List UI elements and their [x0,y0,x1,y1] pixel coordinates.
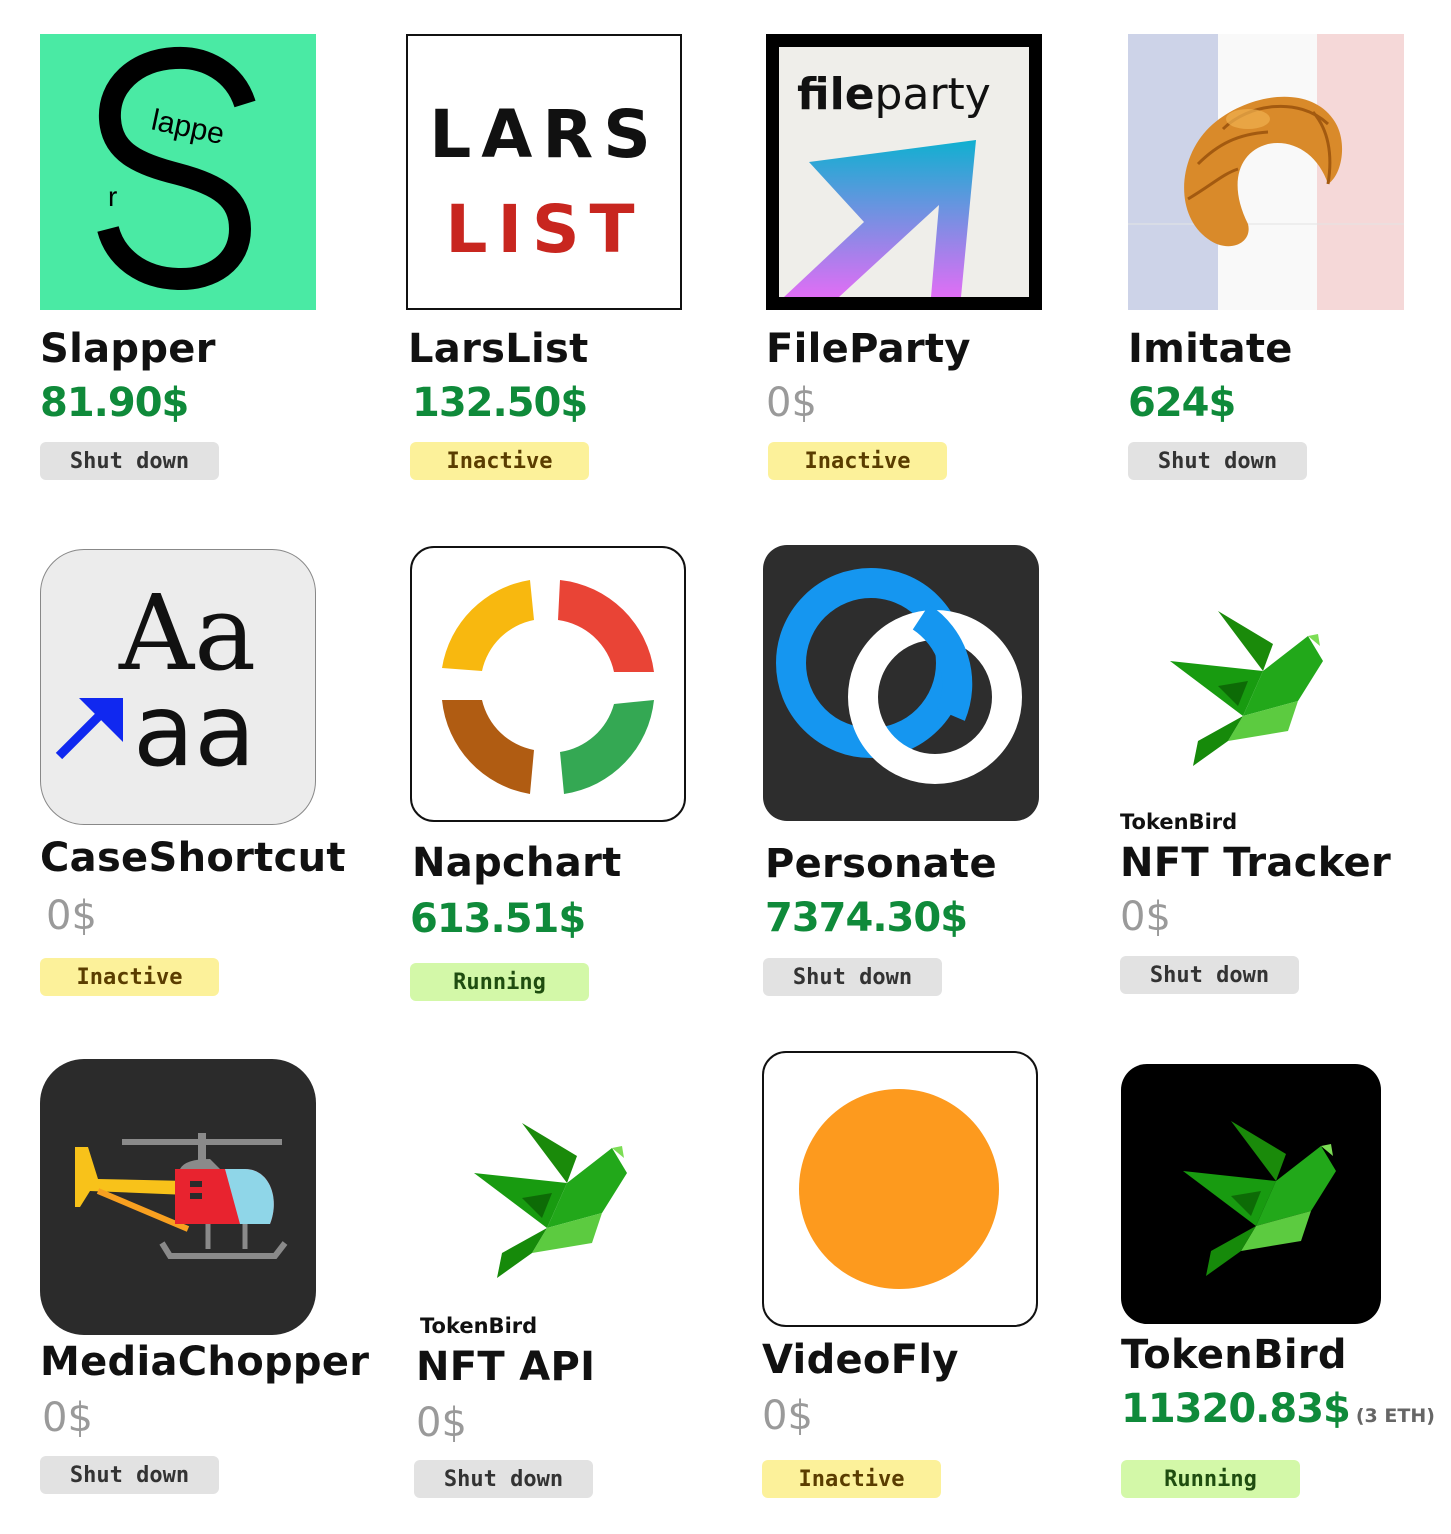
status-badge: Shut down [40,442,219,480]
bird-icon [1170,611,1323,766]
fileparty-logo: fileparty [766,34,1042,310]
price-value: 11320.83$ [1121,1386,1351,1432]
larslist-logo-line1: LARS [429,96,661,173]
arrow-up-right-icon [55,698,123,760]
fileparty-logo-bold: file [797,69,875,120]
orange-circle-icon [762,1051,1038,1327]
price-note: (3 ETH) [1355,1405,1435,1427]
bird-icon [1121,1064,1381,1324]
project-name: Slapper [40,326,216,372]
caseshortcut-logo: Aa aa [40,549,316,825]
project-name: Napchart [412,840,622,886]
project-price: 624$ [1128,380,1236,426]
project-price: 0$ [416,1400,467,1446]
status-badge: Running [1121,1460,1300,1498]
personate-logo [763,545,1039,821]
status-badge: Shut down [763,958,942,996]
status-badge: Inactive [762,1460,941,1498]
bird-icon [474,1123,627,1278]
status-badge: Inactive [40,958,219,996]
project-name: FileParty [766,326,971,372]
project-name: NFT Tracker [1120,840,1392,886]
status-badge: Running [410,963,589,1001]
croissant-icon [1128,34,1404,310]
brand-label: TokenBird [420,1314,538,1338]
project-price: 0$ [762,1393,813,1439]
project-name: CaseShortcut [40,835,346,881]
status-badge: Shut down [40,1456,219,1494]
project-price: 0$ [46,893,97,939]
status-badge: Shut down [1128,442,1307,480]
project-name: Personate [765,841,997,887]
project-price: 11320.83$ (3 ETH) [1121,1386,1435,1432]
project-name: TokenBird [1121,1332,1347,1378]
svg-text:r: r [108,181,117,212]
project-price: 132.50$ [412,380,588,426]
project-name: Imitate [1128,326,1293,372]
project-price: 0$ [766,380,817,426]
slapper-logo: lappe r [40,34,316,310]
svg-text:lappe: lappe [149,104,228,152]
fileparty-logo-light: party [874,69,991,120]
project-price: 0$ [42,1395,93,1441]
project-name: LarsList [408,326,589,372]
larslist-logo: LARS LIST [406,34,682,310]
brand-label: TokenBird [1120,810,1238,834]
status-badge: Shut down [1120,956,1299,994]
project-name: VideoFly [762,1337,959,1383]
project-price: 0$ [1120,894,1171,940]
status-badge: Inactive [410,442,589,480]
project-price: 81.90$ [40,380,189,426]
status-badge: Shut down [414,1460,593,1498]
caseshortcut-lower: aa [133,672,256,789]
helicopter-icon [40,1059,316,1335]
project-price: 613.51$ [410,896,586,942]
status-badge: Inactive [768,442,947,480]
napchart-logo [410,546,686,822]
project-price: 7374.30$ [765,895,968,941]
project-name: NFT API [416,1344,596,1390]
larslist-logo-line2: LIST [445,191,645,268]
project-name: MediaChopper [40,1339,370,1385]
